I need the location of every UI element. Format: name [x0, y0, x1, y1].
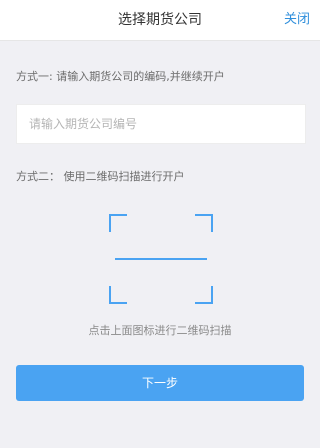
method-two-instruction: 方式二： 使用二维码扫描进行开户 — [16, 170, 185, 183]
header-bar: 选择期货公司 关闭 — [0, 0, 320, 41]
page-title: 选择期货公司 — [118, 12, 202, 28]
method-one-instruction: 方式一: 请输入期货公司的编码,并继续开户 — [16, 70, 225, 83]
qr-scan-frame-icon[interactable] — [109, 214, 213, 304]
close-button[interactable]: 关闭 — [284, 0, 310, 40]
company-code-input[interactable] — [16, 104, 306, 144]
next-step-button[interactable]: 下一步 — [16, 365, 304, 401]
scan-hint-text: 点击上面图标进行二维码扫描 — [88, 324, 232, 337]
